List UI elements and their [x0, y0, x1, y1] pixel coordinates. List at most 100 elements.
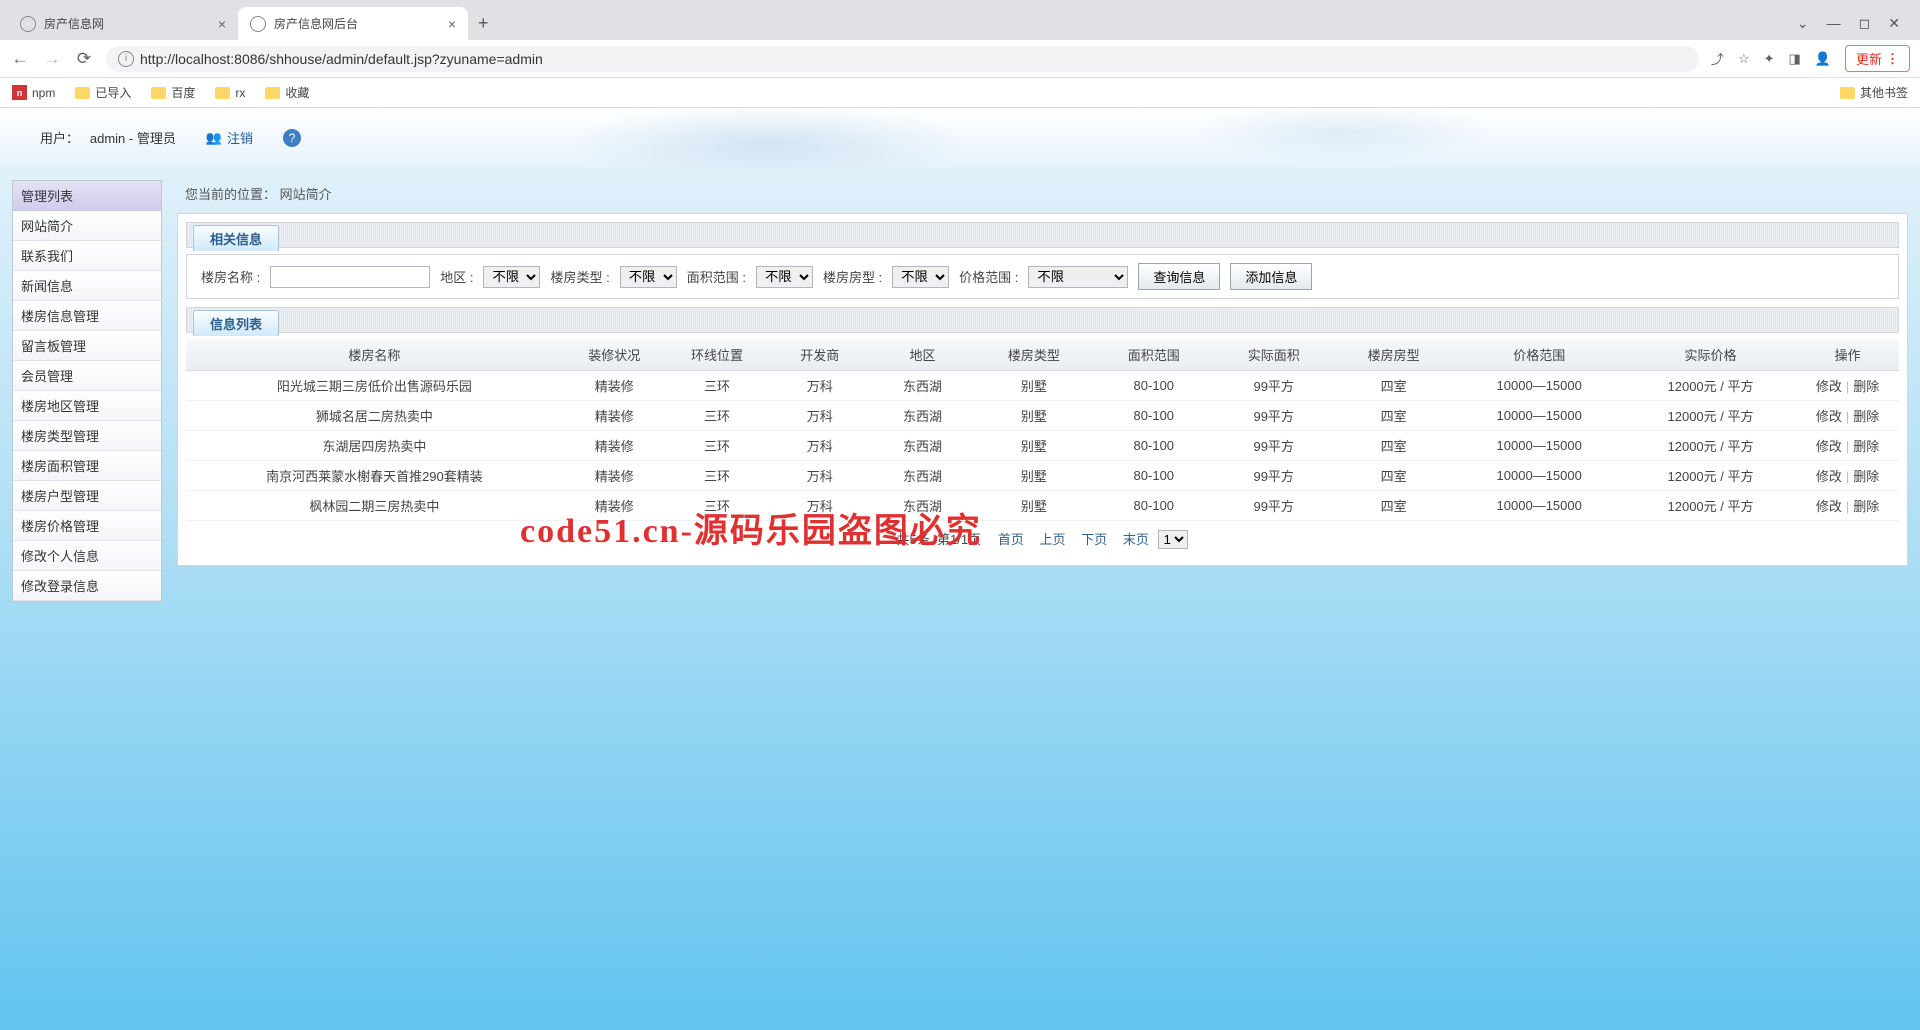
page-next[interactable]: 下页: [1081, 532, 1107, 547]
sidebar-item[interactable]: 修改个人信息: [13, 541, 161, 571]
globe-icon: [20, 16, 36, 32]
folder-icon: [75, 87, 90, 99]
edit-link[interactable]: 修改: [1816, 439, 1842, 454]
address-bar: ← → ⟳ i http://localhost:8086/shhouse/ad…: [0, 40, 1920, 78]
sidebar-item[interactable]: 联系我们: [13, 241, 161, 271]
edit-link[interactable]: 修改: [1816, 499, 1842, 514]
house-type-select[interactable]: 不限: [892, 266, 949, 288]
update-button[interactable]: 更新 ⋮: [1845, 45, 1910, 72]
region-label: 地区 :: [440, 267, 473, 286]
list-section-header: 信息列表: [186, 307, 1899, 333]
edit-link[interactable]: 修改: [1816, 469, 1842, 484]
delete-link[interactable]: 删除: [1853, 469, 1879, 484]
page-prev[interactable]: 上页: [1040, 532, 1066, 547]
column-header: 实际面积: [1214, 339, 1334, 371]
reload-icon[interactable]: ⟳: [74, 49, 94, 69]
chevron-down-icon[interactable]: ⌄: [1797, 15, 1809, 32]
info-icon[interactable]: i: [118, 51, 134, 67]
maximize-icon[interactable]: ◻: [1859, 15, 1871, 32]
page-body: 用户： admin - 管理员 👥 注销 ? 管理列表 网站简介联系我们新闻信息…: [0, 108, 1920, 1030]
data-table: 楼房名称装修状况环线位置开发商地区楼房类型面积范围实际面积楼房房型价格范围实际价…: [186, 339, 1899, 521]
new-tab-button[interactable]: +: [468, 7, 499, 40]
delete-link[interactable]: 删除: [1853, 379, 1879, 394]
column-header: 操作: [1796, 339, 1899, 371]
npm-icon: n: [12, 85, 27, 100]
folder-icon: [215, 87, 230, 99]
globe-icon: [250, 16, 266, 32]
bookmark-rx[interactable]: rx: [215, 86, 245, 100]
filter-section-title: 相关信息: [193, 225, 279, 251]
browser-tab-active[interactable]: 房产信息网后台 ×: [238, 7, 468, 40]
url-text: http://localhost:8086/shhouse/admin/defa…: [140, 51, 543, 67]
house-type-label: 楼房房型 :: [823, 267, 882, 286]
bookmark-npm[interactable]: nnpm: [12, 85, 55, 100]
close-icon[interactable]: ×: [448, 16, 456, 32]
star-icon[interactable]: ☆: [1738, 51, 1750, 67]
table-row: 阳光城三期三房低价出售源码乐园精装修三环万科东西湖别墅80-10099平方四室1…: [186, 371, 1899, 401]
sidebar-item[interactable]: 楼房户型管理: [13, 481, 161, 511]
region-select[interactable]: 不限: [483, 266, 540, 288]
user-logout-icon: 👥: [206, 130, 222, 146]
sidebar-item[interactable]: 楼房面积管理: [13, 451, 161, 481]
table-row: 枫林园二期三房热卖中精装修三环万科东西湖别墅80-10099平方四室10000—…: [186, 491, 1899, 521]
logout-link[interactable]: 👥 注销: [206, 128, 253, 147]
column-header: 楼房房型: [1334, 339, 1454, 371]
sidebar-item[interactable]: 楼房地区管理: [13, 391, 161, 421]
sidebar-item[interactable]: 新闻信息: [13, 271, 161, 301]
type-select[interactable]: 不限: [620, 266, 677, 288]
folder-icon: [1840, 87, 1855, 99]
filter-row: 楼房名称 : 地区 : 不限 楼房类型 : 不限 面积范围 : 不限 楼房房型 …: [186, 254, 1899, 299]
bookmark-imported[interactable]: 已导入: [75, 84, 131, 101]
page-first[interactable]: 首页: [998, 532, 1024, 547]
price-label: 价格范围 :: [959, 267, 1018, 286]
column-header: 环线位置: [666, 339, 769, 371]
side-panel-icon[interactable]: ◨: [1789, 51, 1801, 67]
sidebar-item[interactable]: 楼房价格管理: [13, 511, 161, 541]
sidebar-item[interactable]: 楼房类型管理: [13, 421, 161, 451]
sidebar-item[interactable]: 网站简介: [13, 211, 161, 241]
bookmark-fav[interactable]: 收藏: [265, 84, 309, 101]
column-header: 楼房名称: [186, 339, 563, 371]
list-section-title: 信息列表: [193, 310, 279, 336]
extensions-icon[interactable]: ✦: [1764, 51, 1775, 67]
main-content: 您当前的位置： 网站简介 相关信息 楼房名称 : 地区 : 不限 楼房类型 : …: [177, 180, 1908, 602]
area-select[interactable]: 不限: [756, 266, 813, 288]
price-select[interactable]: 不限: [1028, 266, 1128, 288]
delete-link[interactable]: 删除: [1853, 409, 1879, 424]
close-window-icon[interactable]: ✕: [1888, 15, 1900, 32]
edit-link[interactable]: 修改: [1816, 379, 1842, 394]
sidebar-item[interactable]: 留言板管理: [13, 331, 161, 361]
other-bookmarks[interactable]: 其他书签: [1840, 84, 1908, 101]
sidebar-item[interactable]: 修改登录信息: [13, 571, 161, 601]
close-icon[interactable]: ×: [218, 16, 226, 32]
sidebar-item[interactable]: 楼房信息管理: [13, 301, 161, 331]
sidebar-item[interactable]: 会员管理: [13, 361, 161, 391]
column-header: 实际价格: [1625, 339, 1796, 371]
url-input[interactable]: i http://localhost:8086/shhouse/admin/de…: [106, 46, 1699, 72]
add-button[interactable]: 添加信息: [1230, 263, 1312, 290]
name-input[interactable]: [270, 266, 430, 288]
bookmark-baidu[interactable]: 百度: [151, 84, 195, 101]
edit-link[interactable]: 修改: [1816, 409, 1842, 424]
type-label: 楼房类型 :: [550, 267, 609, 286]
user-label: 用户： admin - 管理员: [40, 128, 176, 147]
column-header: 楼房类型: [974, 339, 1094, 371]
tab-title: 房产信息网: [44, 15, 104, 32]
minimize-icon[interactable]: ―: [1827, 15, 1841, 32]
query-button[interactable]: 查询信息: [1138, 263, 1220, 290]
browser-tab[interactable]: 房产信息网 ×: [8, 7, 238, 40]
column-header: 面积范围: [1094, 339, 1214, 371]
share-icon[interactable]: ⤴: [1711, 49, 1724, 68]
profile-icon[interactable]: 👤: [1815, 51, 1831, 67]
page-last[interactable]: 末页: [1123, 532, 1149, 547]
column-header: 装修状况: [563, 339, 666, 371]
forward-icon[interactable]: →: [42, 49, 62, 69]
name-label: 楼房名称 :: [201, 267, 260, 286]
back-icon[interactable]: ←: [10, 49, 30, 69]
help-icon[interactable]: ?: [283, 129, 301, 147]
page-select[interactable]: 1: [1158, 530, 1188, 549]
delete-link[interactable]: 删除: [1853, 499, 1879, 514]
delete-link[interactable]: 删除: [1853, 439, 1879, 454]
table-row: 南京河西莱蒙水榭春天首推290套精装精装修三环万科东西湖别墅80-10099平方…: [186, 461, 1899, 491]
tab-title: 房产信息网后台: [274, 15, 358, 32]
